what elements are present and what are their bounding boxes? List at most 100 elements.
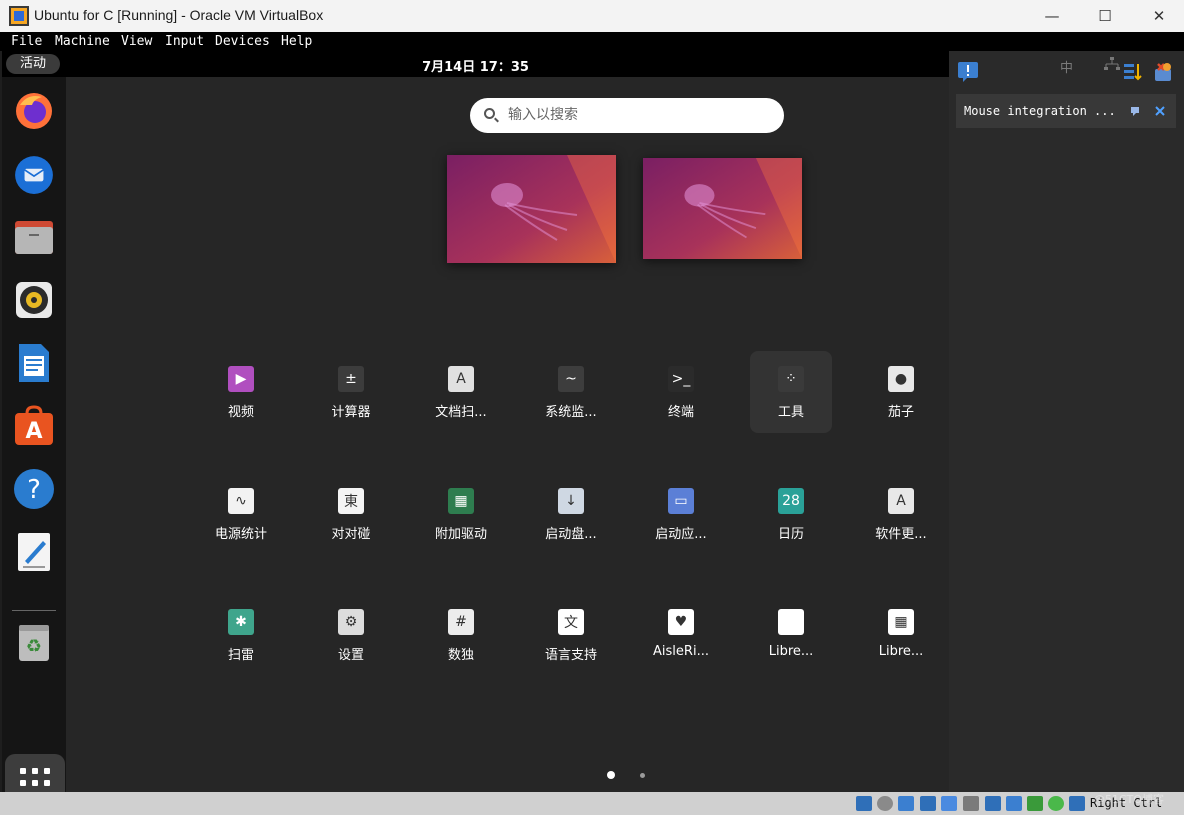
video-icon: ▶ — [228, 366, 254, 392]
app-icon-glyph: ⁘ — [785, 371, 797, 387]
usb-icon[interactable] — [941, 796, 957, 811]
app-tile[interactable]: 28 日历 — [750, 473, 832, 555]
app-tile[interactable]: 東对对碰 — [310, 473, 392, 555]
mouse-integration-icon[interactable] — [1027, 796, 1043, 811]
app-tile[interactable]: ♥ AisleRi... — [640, 594, 722, 676]
dock-help[interactable]: ? — [12, 467, 56, 511]
app-tile[interactable]: ± 计算器 — [310, 351, 392, 433]
app-label: Libre... — [878, 644, 924, 659]
libreoffice-writer-icon — [19, 344, 49, 382]
audio-icon[interactable] — [898, 796, 914, 811]
hard-disk-icon[interactable] — [856, 796, 872, 811]
trash-icon: ♻ — [19, 625, 49, 661]
sort-icon[interactable] — [1122, 62, 1142, 82]
app-label: 茄子 — [887, 405, 914, 420]
app-tile[interactable]: A 文档扫... — [420, 351, 502, 433]
menu-view[interactable]: View — [121, 34, 152, 49]
dock-files[interactable] — [12, 215, 56, 259]
app-label: 对对碰 — [331, 527, 371, 542]
ime-indicator[interactable]: 中 — [1060, 57, 1073, 76]
app-tile[interactable]: ⁘ 工具 — [750, 351, 832, 433]
menu-input[interactable]: Input — [165, 34, 204, 49]
window-title: Ubuntu for C [Running] - Oracle VM Virtu… — [34, 7, 324, 23]
menu-help[interactable]: Help — [281, 34, 312, 49]
vm-screen[interactable]: 活动 7月14日 17：35 A ? ♻ 输入以搜索 ▶ 视频 ± 计算器 A … — [2, 51, 1037, 812]
app-tile[interactable]: ▶ 视频 — [200, 351, 282, 433]
app-label: 启动盘... — [545, 527, 597, 542]
page-indicator-2[interactable] — [640, 773, 645, 778]
menu-file[interactable]: File — [11, 34, 42, 49]
app-label: 计算器 — [331, 405, 371, 420]
app-tile[interactable]: ✱ 扫雷 — [200, 594, 282, 676]
app-tile[interactable]: 文语言支持 — [530, 594, 612, 676]
dock-libreoffice-writer[interactable] — [12, 341, 56, 385]
app-label: 视频 — [227, 405, 254, 420]
app-tile[interactable]: A 软件更... — [860, 473, 942, 555]
network-icon[interactable] — [920, 796, 936, 811]
search-input[interactable] — [508, 104, 768, 126]
files-icon — [15, 221, 53, 254]
svg-text:♻: ♻ — [26, 636, 42, 657]
sudoku-icon: # — [448, 609, 474, 635]
app-label: 终端 — [667, 405, 694, 420]
vrde-icon[interactable] — [1048, 796, 1064, 811]
app-label: 附加驱动 — [434, 527, 487, 542]
arrow-down-icon[interactable] — [1069, 796, 1085, 811]
notification-mouse-integration[interactable]: Mouse integration ... — [956, 94, 1176, 128]
menu-machine[interactable]: Machine — [55, 34, 110, 49]
app-icon-glyph: 文 — [564, 615, 578, 631]
window-titlebar: Ubuntu for C [Running] - Oracle VM Virtu… — [0, 0, 1184, 32]
close-button[interactable]: ✕ — [1136, 0, 1182, 32]
shared-folders-icon[interactable] — [963, 796, 979, 811]
app-tile[interactable]: ⚙ 设置 — [310, 594, 392, 676]
app-tile[interactable]: ↓ 启动盘... — [530, 473, 612, 555]
workspace-thumbnail-2[interactable] — [643, 158, 802, 259]
app-tile[interactable]: ∿ 电源统计 — [200, 473, 282, 555]
app-icon-glyph: ~ — [565, 371, 577, 387]
app-icon-glyph: A — [456, 371, 466, 387]
minimize-button[interactable]: — — [1029, 0, 1075, 32]
pin-icon[interactable] — [1130, 105, 1142, 117]
page-indicator-1[interactable] — [607, 771, 615, 779]
clear-notifications-icon[interactable] — [1152, 61, 1174, 83]
maximize-button[interactable]: ☐ — [1082, 0, 1128, 32]
text-editor-icon — [18, 533, 50, 571]
dock-rhythmbox[interactable] — [12, 278, 56, 322]
software-updater-icon: A — [888, 488, 914, 514]
dock-firefox[interactable] — [12, 89, 56, 133]
app-tile[interactable]: >_ 终端 — [640, 351, 722, 433]
search-icon — [484, 108, 495, 119]
mines-icon: ✱ — [228, 609, 254, 635]
display-icon[interactable] — [985, 796, 1001, 811]
app-tile[interactable]: ~ 系统监... — [530, 351, 612, 433]
virtualbox-logo-icon — [9, 6, 29, 26]
libreoffice-icon — [778, 609, 804, 635]
app-tile[interactable]: ▦ 附加驱动 — [420, 473, 502, 555]
app-tile[interactable]: ● 茄子 — [860, 351, 942, 433]
search-bar[interactable] — [470, 98, 784, 133]
dock-thunderbird[interactable] — [12, 152, 56, 196]
app-icon-glyph: ▦ — [894, 614, 908, 630]
close-icon[interactable] — [1154, 105, 1166, 117]
cheese-icon: ● — [888, 366, 914, 392]
app-tile[interactable]: ▦ Libre... — [860, 594, 942, 676]
app-icon-glyph: ▭ — [674, 493, 688, 509]
workspace-thumbnail-1[interactable] — [447, 155, 616, 263]
menu-devices[interactable]: Devices — [215, 34, 270, 49]
watermark: @51CTO博客 — [1094, 793, 1165, 806]
dock-app-center[interactable]: A — [12, 404, 56, 448]
startup-disk-creator-icon: ↓ — [558, 488, 584, 514]
app-tile[interactable]: # 数独 — [420, 594, 502, 676]
app-center-icon: A — [15, 405, 53, 445]
dock-trash[interactable]: ♻ — [12, 620, 56, 664]
optical-drive-icon[interactable] — [877, 796, 893, 811]
app-icon-glyph: ▶ — [235, 371, 247, 387]
recording-icon[interactable] — [1006, 796, 1022, 811]
terminal-icon: >_ — [668, 366, 694, 392]
clock[interactable]: 7月14日 17：35 — [2, 56, 949, 75]
notification-center-icon[interactable] — [957, 61, 979, 83]
app-tile[interactable]: Libre... — [750, 594, 832, 676]
dock-text-editor[interactable] — [12, 530, 56, 574]
app-tile[interactable]: ▭ 启动应... — [640, 473, 722, 555]
app-icon-glyph: ↓ — [565, 493, 577, 509]
